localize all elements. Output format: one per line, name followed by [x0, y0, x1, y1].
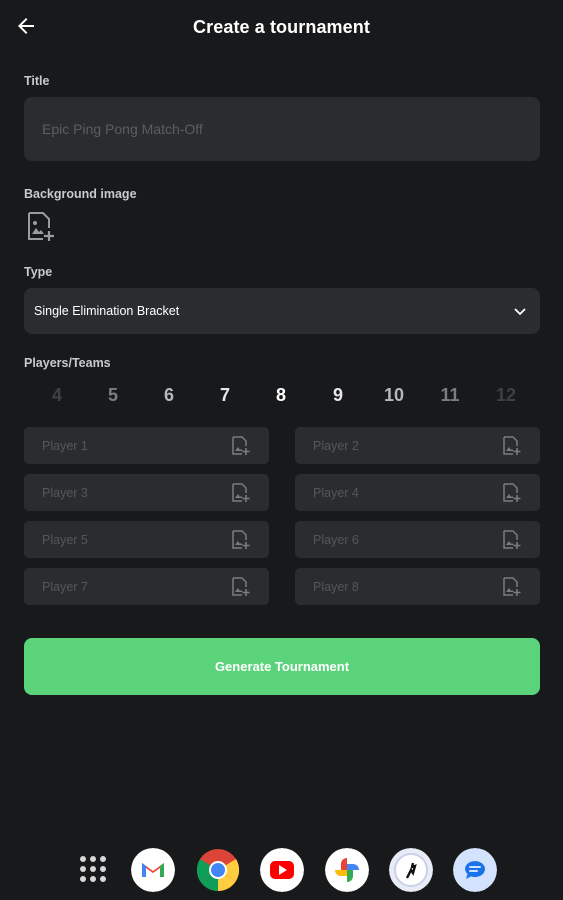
add-image-icon[interactable] — [502, 482, 522, 503]
player-8-placeholder: Player 8 — [313, 580, 359, 594]
add-image-icon[interactable] — [231, 482, 251, 503]
player-6-field[interactable]: Player 6 — [295, 521, 540, 558]
generate-tournament-button[interactable]: Generate Tournament — [24, 638, 540, 695]
player-7-field[interactable]: Player 7 — [24, 568, 269, 605]
count-option-11[interactable]: 11 — [432, 385, 468, 406]
player-3-field[interactable]: Player 3 — [24, 474, 269, 511]
youtube-icon[interactable] — [260, 848, 304, 892]
player-4-placeholder: Player 4 — [313, 486, 359, 500]
player-2-placeholder: Player 2 — [313, 439, 359, 453]
chevron-down-icon — [514, 308, 526, 316]
count-option-6[interactable]: 6 — [151, 385, 187, 406]
count-option-8-selected[interactable]: 8 — [263, 385, 299, 406]
add-image-icon[interactable] — [26, 210, 56, 242]
page-title: Create a tournament — [193, 17, 370, 37]
app-dock — [0, 848, 563, 896]
player-3-placeholder: Player 3 — [42, 486, 88, 500]
count-option-10[interactable]: 10 — [376, 385, 412, 406]
add-image-icon[interactable] — [502, 529, 522, 550]
player-7-placeholder: Player 7 — [42, 580, 88, 594]
count-option-9[interactable]: 9 — [320, 385, 356, 406]
add-image-icon[interactable] — [231, 576, 251, 597]
photos-icon[interactable] — [325, 848, 369, 892]
player-count-picker: 4 5 6 7 8 9 10 11 12 — [24, 385, 540, 409]
apps-grid-icon[interactable] — [80, 856, 108, 884]
add-image-icon[interactable] — [231, 529, 251, 550]
player-8-field[interactable]: Player 8 — [295, 568, 540, 605]
player-1-field[interactable]: Player 1 — [24, 427, 269, 464]
player-1-placeholder: Player 1 — [42, 439, 88, 453]
type-label: Type — [24, 265, 53, 279]
count-option-4[interactable]: 4 — [39, 385, 75, 406]
messages-icon[interactable] — [453, 848, 497, 892]
add-image-icon[interactable] — [502, 435, 522, 456]
player-5-placeholder: Player 5 — [42, 533, 88, 547]
count-option-12[interactable]: 12 — [488, 385, 524, 406]
add-image-icon[interactable] — [231, 435, 251, 456]
title-label: Title — [24, 74, 50, 88]
player-4-field[interactable]: Player 4 — [295, 474, 540, 511]
count-option-7[interactable]: 7 — [207, 385, 243, 406]
gmail-icon[interactable] — [131, 848, 175, 892]
count-option-5[interactable]: 5 — [95, 385, 131, 406]
add-image-icon[interactable] — [502, 576, 522, 597]
chrome-icon[interactable] — [196, 848, 240, 892]
type-select-value: Single Elimination Bracket — [34, 304, 180, 318]
title-input[interactable] — [24, 97, 540, 161]
player-2-field[interactable]: Player 2 — [295, 427, 540, 464]
app-icon[interactable] — [389, 848, 433, 892]
type-select[interactable]: Single Elimination Bracket — [24, 288, 540, 334]
background-image-label: Background image — [24, 187, 137, 201]
players-teams-label: Players/Teams — [24, 356, 111, 370]
player-5-field[interactable]: Player 5 — [24, 521, 269, 558]
app-bar: Create a tournament — [0, 0, 563, 56]
player-6-placeholder: Player 6 — [313, 533, 359, 547]
